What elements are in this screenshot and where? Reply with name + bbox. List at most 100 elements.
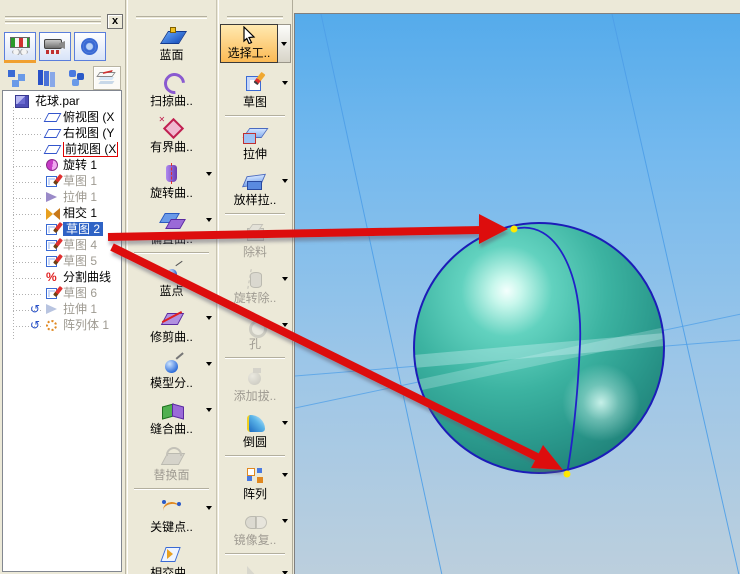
round-button[interactable]: 倒圆 [218,409,292,453]
bounded-surface-icon [158,115,186,139]
tree-item-split-curve[interactable]: 分割曲线 [3,270,121,286]
rib-button[interactable]: 筋板 [218,559,292,574]
revolved-surface-button[interactable]: 旋转曲.. [127,160,216,204]
revolved-cutout-button[interactable]: 旋转除.. [218,265,292,309]
intersect-icon [46,208,60,220]
blue-point-button[interactable]: 蓝点 [127,258,216,302]
tab-pathfinder[interactable] [3,66,31,90]
toolbar-separator [225,455,285,457]
part-cube-icon [15,95,29,108]
tree-item-right-view[interactable]: 右视图 (Y [3,126,121,142]
tree-item-extrude-linked[interactable]: 拉伸 1 [3,302,121,318]
model-split-icon [158,353,186,375]
extrude-button[interactable]: 拉伸 [218,121,292,165]
tree-item-extrude-1[interactable]: 拉伸 1 [3,190,121,206]
link-rollback-icon [30,318,40,333]
trim-surface-button[interactable]: 修剪曲.. [127,304,216,348]
keypoint-curve-icon [158,497,186,519]
tree-root-label: 花球.par [35,94,80,108]
tab-settings[interactable] [74,32,106,61]
viewport-3d[interactable] [294,13,740,574]
model-split-button[interactable]: 模型分.. [127,350,216,394]
gear-icon [81,38,98,55]
pathfinder-tree-icon [8,70,15,77]
grip-line [5,21,101,24]
chevron-down-icon[interactable] [282,179,288,183]
sketch-icon [241,72,269,94]
pattern-icon [241,464,269,486]
add-draft-button[interactable]: 添加拔.. [218,363,292,407]
tab-parts[interactable] [63,66,91,90]
edgebar-panel: x 花球.par 俯视图 (X 右视图 (Y 前视图 (X 旋转 1 草图 1 … [0,0,126,574]
offset-surface-icon [158,209,186,231]
tab-library[interactable] [33,66,61,90]
tree-item-top-view[interactable]: 俯视图 (X [3,110,121,126]
chevron-down-icon[interactable] [282,519,288,523]
tree-item-sketch-6[interactable]: 草图 6 [3,286,121,302]
toolbar-grip[interactable] [227,16,283,19]
select-tool-main[interactable]: 选择工.. [220,24,278,63]
tree-root[interactable]: 花球.par [3,94,121,110]
chevron-down-icon[interactable] [282,277,288,281]
select-tool-dropdown[interactable] [278,24,291,63]
replace-face-icon [158,445,186,467]
offset-surface-button[interactable]: 偏置曲.. [127,206,216,250]
toolbar-grip[interactable] [136,16,207,19]
tree-item-intersect-1[interactable]: 相交 1 [3,206,121,222]
tab-layers[interactable] [93,66,121,90]
toolbar-separator [225,553,285,555]
sketch-curve-layer [510,225,582,478]
plane-icon [43,145,62,154]
cutout-button[interactable]: 除料 [218,219,292,263]
sketch-icon [46,288,57,299]
surfaces-toolbar: 蓝面 扫掠曲.. 有界曲.. 旋转曲.. 偏置曲.. 蓝点 修剪曲.. 模型分.… [127,0,217,574]
chevron-down-icon[interactable] [282,473,288,477]
chevron-down-icon[interactable] [206,172,212,176]
bounded-surface-button[interactable]: 有界曲.. [127,114,216,158]
tree-item-revolve-1[interactable]: 旋转 1 [3,158,121,174]
sketch-button[interactable]: 草图 [218,69,292,113]
chevron-down-icon[interactable] [282,81,288,85]
tree-item-sketch-2-selected[interactable]: 草图 2 [3,222,121,238]
chevron-down-icon[interactable] [206,218,212,222]
round-fillet-icon [241,412,269,434]
intersection-curve-button[interactable]: 相交曲.. [127,540,216,574]
features-toolbar: 选择工.. 草图 拉伸 放样拉.. 除料 旋转除.. 孔 添加拔.. 倒圆 阵列… [218,0,293,574]
cursor-arrow-icon [243,25,256,45]
hole-icon [241,314,269,338]
hole-button[interactable]: 孔 [218,311,292,355]
chevron-down-icon[interactable] [206,316,212,320]
edgebar-grip[interactable]: x [0,0,125,30]
lofted-extrude-icon [241,170,269,192]
stitch-surface-button[interactable]: 缝合曲.. [127,396,216,440]
tree-item-pattern-body[interactable]: 阵列体 1 [3,318,121,334]
chevron-down-icon[interactable] [282,323,288,327]
plane-icon [43,113,62,122]
tab-feature-playback[interactable] [4,32,36,63]
pattern-button[interactable]: 阵列 [218,461,292,505]
chevron-down-icon[interactable] [282,421,288,425]
lofted-extrude-button[interactable]: 放样拉.. [218,167,292,211]
layers-icon [96,72,116,77]
replace-face-button[interactable]: 替换面 [127,442,216,486]
swept-surface-button[interactable]: 扫掠曲.. [127,68,216,112]
chevron-down-icon[interactable] [206,408,212,412]
select-tool-button[interactable]: 选择工.. [220,24,291,63]
chevron-down-icon[interactable] [206,362,212,366]
toolbar-separator [134,252,209,254]
mirror-copy-button[interactable]: 镜像复.. [218,507,292,551]
chevron-down-icon[interactable] [206,506,212,510]
curve-endpoint-top[interactable] [510,225,518,233]
sketch-icon [46,176,57,187]
close-button[interactable]: x [107,14,123,29]
tab-animation[interactable] [39,32,71,61]
tree-item-sketch-5[interactable]: 草图 5 [3,254,121,270]
sketch-curve[interactable] [513,226,582,475]
tree-item-front-view[interactable]: 前视图 (X [3,142,121,158]
tree-item-sketch-4[interactable]: 草图 4 [3,238,121,254]
tree-item-sketch-1[interactable]: 草图 1 [3,174,121,190]
blue-surface-button[interactable]: 蓝面 [127,22,216,66]
stitch-surface-icon [158,399,186,421]
curve-endpoint-bottom[interactable] [563,470,571,478]
keypoint-curve-button[interactable]: 关键点.. [127,494,216,538]
